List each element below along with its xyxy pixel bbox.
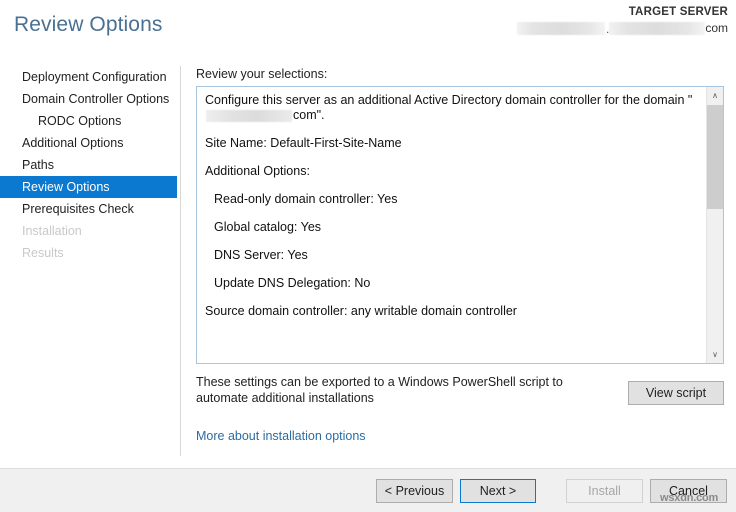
target-server-tld: com (705, 21, 728, 35)
scroll-up-icon[interactable]: ∧ (707, 87, 723, 104)
selection-site-name: Site Name: Default-First-Site-Name (205, 136, 402, 150)
previous-button[interactable]: < Previous (376, 479, 453, 503)
view-script-button[interactable]: View script (628, 381, 724, 405)
scrollbar-thumb[interactable] (707, 105, 723, 209)
selection-read-only-domain-controller: Read-only domain controller: Yes (214, 192, 398, 206)
target-server-block: TARGET SERVER . com (517, 6, 728, 36)
redacted-hostname (517, 22, 606, 36)
selection-additional-options-heading: Additional Options: (205, 164, 310, 178)
selection-update-dns-delegation: Update DNS Delegation: No (214, 276, 371, 290)
selection-intro-line: Configure this server as an additional A… (205, 93, 698, 123)
install-button: Install (566, 479, 643, 503)
target-server-value: . com (517, 21, 728, 36)
wizard-content: Review your selections: Configure this s… (196, 66, 724, 443)
scroll-down-icon[interactable]: ∨ (707, 346, 723, 363)
sidebar-item-prerequisites-check[interactable]: Prerequisites Check (0, 198, 180, 220)
selection-source-domain-controller: Source domain controller: any writable d… (205, 304, 517, 318)
redacted-domain (609, 22, 706, 36)
more-about-installation-options-link[interactable]: More about installation options (196, 429, 366, 443)
export-script-row: These settings can be exported to a Wind… (196, 374, 724, 410)
selection-intro-prefix: Configure this server as an additional A… (205, 93, 693, 107)
sidebar-item-deployment-configuration[interactable]: Deployment Configuration (0, 66, 180, 88)
selection-intro-suffix: com". (293, 108, 325, 122)
review-selections-label: Review your selections: (196, 67, 328, 81)
sidebar-item-results: Results (22, 246, 64, 260)
next-button[interactable]: Next > (460, 479, 536, 503)
cancel-button[interactable]: Cancel (650, 479, 727, 503)
sidebar-item-review-options[interactable]: Review Options (0, 176, 177, 198)
selections-text-area[interactable]: Configure this server as an additional A… (197, 87, 706, 363)
wizard-header: Review Options TARGET SERVER . com (0, 0, 736, 56)
sidebar-item-paths[interactable]: Paths (0, 154, 180, 176)
target-server-label: TARGET SERVER (628, 6, 728, 18)
selection-dns-server: DNS Server: Yes (214, 248, 308, 262)
sidebar-item-rodc-options[interactable]: RODC Options (0, 110, 180, 132)
sidebar-item-additional-options[interactable]: Additional Options (0, 132, 180, 154)
export-script-text: These settings can be exported to a Wind… (196, 375, 563, 405)
wizard-sidebar: Deployment Configuration Domain Controll… (0, 66, 181, 456)
redacted-domain-inline (206, 109, 292, 122)
sidebar-item-domain-controller-options[interactable]: Domain Controller Options (0, 88, 180, 110)
selection-global-catalog: Global catalog: Yes (214, 220, 322, 234)
page-title: Review Options (14, 13, 163, 36)
selections-panel: Configure this server as an additional A… (196, 86, 724, 364)
sidebar-item-installation: Installation (22, 224, 82, 238)
selections-scrollbar[interactable]: ∧ ∨ (706, 87, 723, 363)
wizard-footer: < Previous Next > Install Cancel (0, 468, 736, 512)
